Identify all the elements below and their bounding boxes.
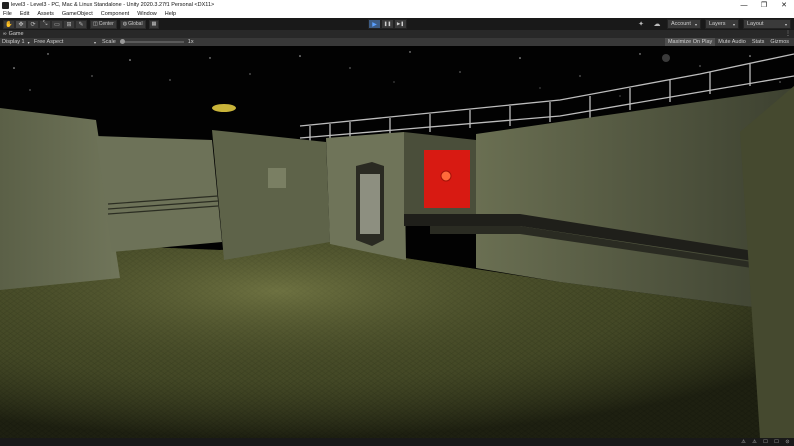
display-label: Display 1 xyxy=(2,39,25,45)
menu-gameobject[interactable]: GameObject xyxy=(62,11,93,17)
tab-game[interactable]: ∞ Game xyxy=(0,30,27,38)
menu-window[interactable]: Window xyxy=(137,11,157,17)
play-button[interactable]: ▶ xyxy=(368,19,381,29)
custom-tool-icon[interactable]: ✎ xyxy=(75,19,87,29)
game-tab-bar: ∞ Game ⋮ xyxy=(0,30,794,38)
distant-planet xyxy=(662,54,670,62)
transform-tools: ✋ ✥ ⟳ ⤡ ▭ ⊞ ✎ xyxy=(3,19,87,29)
panel-icon[interactable]: ☐ xyxy=(772,439,781,446)
menu-assets[interactable]: Assets xyxy=(37,11,54,17)
menu-bar: File Edit Assets GameObject Component Wi… xyxy=(0,10,794,18)
scale-value: 1x xyxy=(187,39,194,45)
account-label: Account xyxy=(671,21,691,27)
pivot-label: Center xyxy=(98,21,114,27)
chevron-down-icon: ▾ xyxy=(694,21,697,27)
scale-control: Scale 1x xyxy=(102,39,194,45)
safe-dial-icon[interactable] xyxy=(440,170,452,182)
gizmos-toggle[interactable]: Gizmos xyxy=(767,38,792,46)
game-scene xyxy=(0,51,794,438)
mute-audio-toggle[interactable]: Mute Audio xyxy=(715,38,749,46)
tab-menu-icon[interactable]: ⋮ xyxy=(785,30,791,37)
layout-dropdown[interactable]: Layout ▾ xyxy=(743,19,791,29)
game-view-toolbar: Display 1 ▾ Free Aspect ▾ Scale 1x Maxim… xyxy=(0,38,794,46)
rotate-tool-icon[interactable]: ⟳ xyxy=(27,19,39,29)
grid-snap-button[interactable]: ▦ xyxy=(148,19,160,29)
chevron-down-icon: ▾ xyxy=(93,39,96,45)
slider-handle[interactable] xyxy=(119,39,125,44)
wall-door-panel xyxy=(360,174,380,234)
space-label: Global xyxy=(128,21,143,27)
pivot-center-button[interactable]: ◫ Center xyxy=(90,19,117,29)
pause-button[interactable]: ❚❚ xyxy=(381,19,394,29)
scale-slider[interactable] xyxy=(119,39,184,44)
main-toolbar: ✋ ✥ ⟳ ⤡ ▭ ⊞ ✎ ◫ Center ◍ Global ▦ ▶ ❚❚ ▶… xyxy=(0,18,794,30)
account-dropdown[interactable]: Account ▾ xyxy=(667,19,701,29)
cloud-icon[interactable]: ☁ xyxy=(651,19,663,29)
maximize-on-play-toggle[interactable]: Maximize On Play xyxy=(664,38,716,46)
chevron-down-icon: ▾ xyxy=(732,21,735,27)
playmode-controls: ▶ ❚❚ ▶❚ xyxy=(368,19,407,29)
chevron-down-icon: ▾ xyxy=(784,21,787,27)
globe-icon: ◍ xyxy=(122,21,128,27)
warning-icon[interactable]: ⚠ xyxy=(739,439,748,446)
status-bar: ⚠ ⚠ ☐ ☐ ⊙ xyxy=(0,438,794,446)
menu-help[interactable]: Help xyxy=(165,11,176,17)
collab-icon[interactable]: ✦ xyxy=(635,19,647,29)
close-button[interactable]: ✕ xyxy=(774,0,794,10)
scale-label: Scale xyxy=(102,39,116,45)
maximize-button[interactable]: ❐ xyxy=(754,0,774,10)
layout-label: Layout xyxy=(747,21,764,27)
aspect-label: Free Aspect xyxy=(34,39,64,45)
pivot-icon: ◫ xyxy=(93,21,98,27)
wall-sign xyxy=(268,168,286,188)
unity-logo-icon xyxy=(2,1,9,9)
back-wall-left xyxy=(96,136,222,252)
window-title: level3 - Level3 - PC, Mac & Linux Standa… xyxy=(11,2,215,8)
tab-game-label: Game xyxy=(8,31,24,37)
panel-icon[interactable]: ☐ xyxy=(761,439,770,446)
display-dropdown[interactable]: Display 1 ▾ xyxy=(0,39,32,45)
minimize-button[interactable]: — xyxy=(734,0,754,10)
ceiling-lamp xyxy=(212,104,236,112)
stats-toggle[interactable]: Stats xyxy=(749,38,768,46)
left-wall xyxy=(0,108,120,290)
game-view-icon: ∞ xyxy=(3,31,7,37)
chevron-down-icon: ▾ xyxy=(27,39,30,45)
menu-component[interactable]: Component xyxy=(101,11,129,17)
move-tool-icon[interactable]: ✥ xyxy=(15,19,27,29)
layers-dropdown[interactable]: Layers ▾ xyxy=(705,19,739,29)
pivot-global-button[interactable]: ◍ Global xyxy=(119,19,146,29)
menu-file[interactable]: File xyxy=(3,11,12,17)
rect-tool-icon[interactable]: ▭ xyxy=(51,19,63,29)
scale-tool-icon[interactable]: ⤡ xyxy=(39,19,51,29)
window-title-bar: level3 - Level3 - PC, Mac & Linux Standa… xyxy=(0,0,794,10)
angled-wall-panel xyxy=(212,130,330,260)
step-button[interactable]: ▶❚ xyxy=(394,19,407,29)
aspect-dropdown[interactable]: Free Aspect ▾ xyxy=(32,39,98,45)
hand-tool-icon[interactable]: ✋ xyxy=(3,19,15,29)
grid-snap-icon: ▦ xyxy=(151,21,157,27)
transform-tool-icon[interactable]: ⊞ xyxy=(63,19,75,29)
layers-label: Layers xyxy=(709,21,726,27)
game-view[interactable] xyxy=(0,46,794,438)
target-icon[interactable]: ⊙ xyxy=(783,439,792,446)
menu-edit[interactable]: Edit xyxy=(20,11,29,17)
warning-icon[interactable]: ⚠ xyxy=(750,439,759,446)
